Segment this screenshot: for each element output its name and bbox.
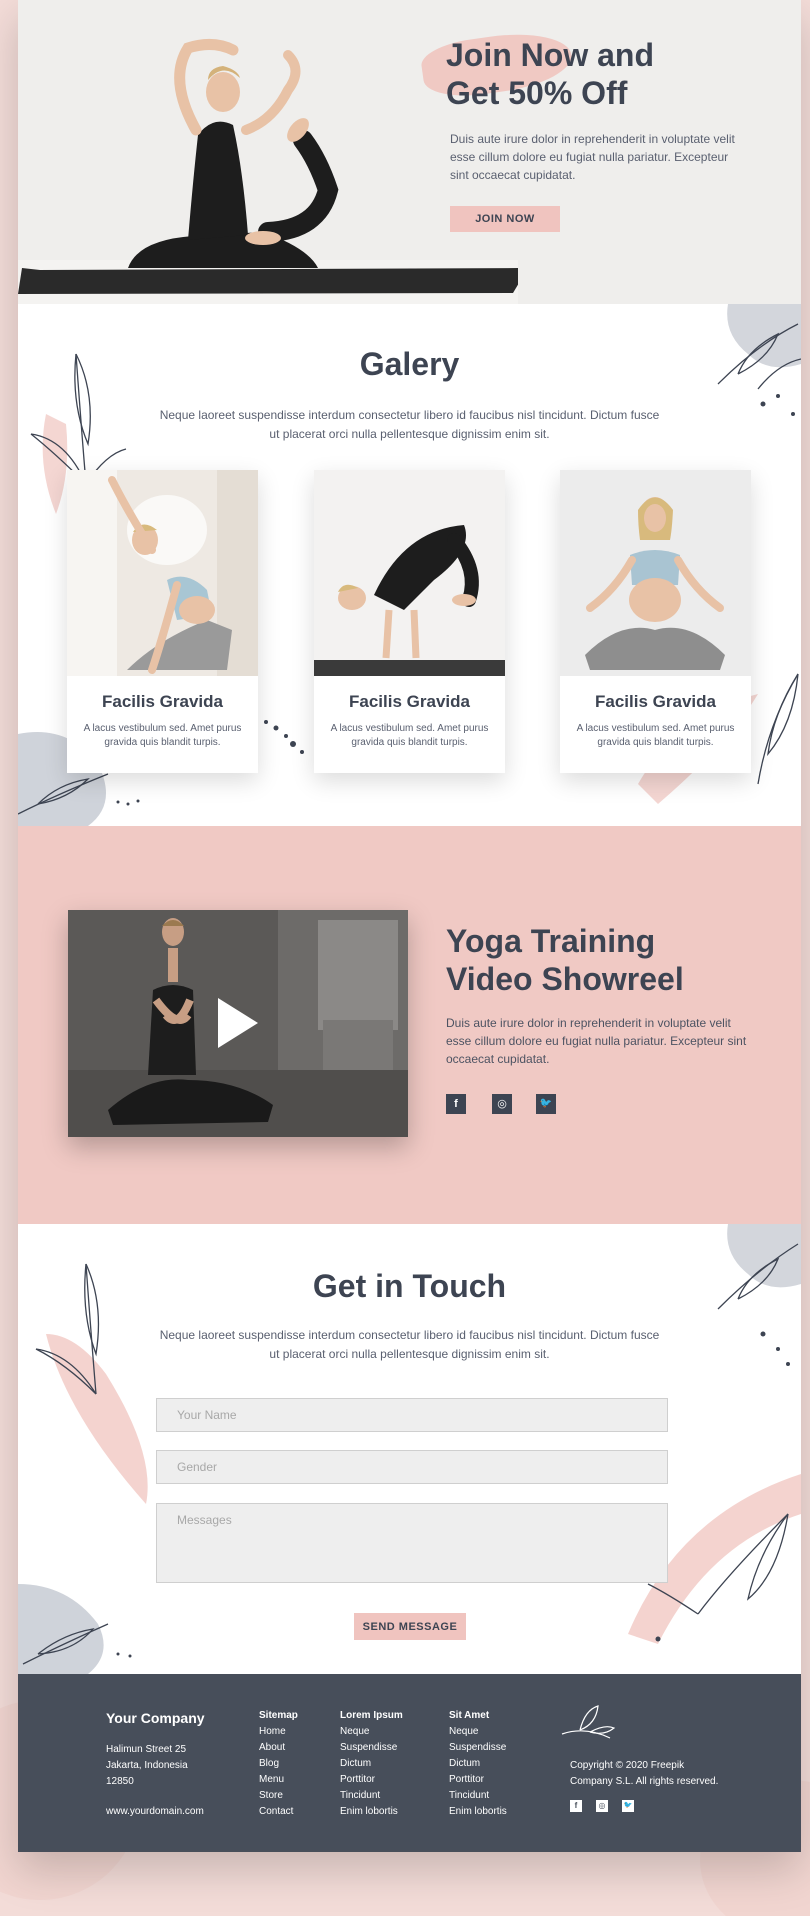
footer-link[interactable]: Contact [259, 1804, 298, 1820]
footer-col-sitemap: Sitemap Home About Blog Menu Store Conta… [259, 1708, 298, 1820]
gender-field[interactable]: Gender [156, 1450, 668, 1484]
facebook-icon[interactable]: f [446, 1094, 466, 1114]
video-player[interactable] [68, 910, 408, 1137]
video-section: Yoga Training Video Showreel Duis aute ir… [18, 826, 801, 1224]
footer-col-heading: Lorem Ipsum [340, 1710, 403, 1721]
card-title: Facilis Gravida [102, 692, 223, 711]
footer-link[interactable]: Porttitor [340, 1772, 403, 1788]
decor-dots-center [264, 720, 304, 754]
footer: Your Company Halimun Street 25 Jakarta, … [18, 1674, 801, 1852]
footer-domain-link[interactable]: www.yourdomain.com [106, 1804, 204, 1820]
footer-col-heading: Sit Amet [449, 1710, 490, 1721]
card-photo-stretch [67, 470, 258, 676]
twitter-icon[interactable]: 🐦 [622, 1800, 634, 1812]
join-now-button[interactable]: JOIN NOW [450, 206, 560, 232]
footer-link[interactable]: Dictum [449, 1756, 507, 1772]
gallery-card[interactable]: Facilis Gravida A lacus vestibulum sed. … [560, 470, 751, 773]
footer-copyright: Copyright © 2020 Freepik Company S.L. Al… [570, 1760, 719, 1787]
decor-leaf-topright-2 [717, 1224, 801, 1366]
name-field[interactable]: Your Name [156, 1398, 668, 1432]
hero-title: Join Now and Get 50% Off [446, 37, 654, 111]
footer-col-heading: Sitemap [259, 1710, 298, 1721]
card-text: A lacus vestibulum sed. Amet purus gravi… [83, 723, 242, 748]
footer-link[interactable]: Enim lobortis [449, 1804, 507, 1820]
card-text: A lacus vestibulum sed. Amet purus gravi… [330, 723, 489, 748]
contact-title: Get in Touch [312, 1268, 507, 1304]
video-title: Yoga Training Video Showreel [446, 923, 684, 997]
gallery-card[interactable]: Facilis Gravida A lacus vestibulum sed. … [314, 470, 505, 773]
hero-section: Join Now and Get 50% Off Duis aute irure … [18, 0, 801, 304]
footer-address: Halimun Street 25 Jakarta, Indonesia 128… [106, 1744, 188, 1787]
contact-section: Get in Touch Neque laoreet suspendisse i… [18, 1224, 801, 1674]
footer-link[interactable]: Home [259, 1724, 298, 1740]
gallery-description: Neque laoreet suspendisse interdum conse… [159, 408, 660, 441]
landing-page: Join Now and Get 50% Off Duis aute irure … [18, 0, 801, 1852]
footer-link[interactable]: Suspendisse [340, 1740, 403, 1756]
card-title: Facilis Gravida [595, 692, 716, 711]
card-photo-crow-pose [314, 470, 505, 676]
footer-link[interactable]: About [259, 1740, 298, 1756]
footer-link[interactable]: Dictum [340, 1756, 403, 1772]
footer-link[interactable]: Suspendisse [449, 1740, 507, 1756]
footer-col-lorem: Lorem Ipsum Neque Suspendisse Dictum Por… [340, 1708, 403, 1820]
footer-link[interactable]: Tincidunt [449, 1788, 507, 1804]
gallery-card[interactable]: Facilis Gravida A lacus vestibulum sed. … [67, 470, 258, 773]
footer-link[interactable]: Blog [259, 1756, 298, 1772]
instagram-icon[interactable]: ◎ [596, 1800, 608, 1812]
video-thumbnail [68, 910, 408, 1137]
send-message-button[interactable]: SEND MESSAGE [354, 1613, 466, 1640]
footer-col-sitamet: Sit Amet Neque Suspendisse Dictum Portti… [449, 1708, 507, 1820]
facebook-icon[interactable]: f [570, 1800, 582, 1812]
footer-link[interactable]: Menu [259, 1772, 298, 1788]
footer-link[interactable]: Porttitor [449, 1772, 507, 1788]
footer-link[interactable]: Neque [449, 1724, 507, 1740]
footer-link[interactable]: Enim lobortis [340, 1804, 403, 1820]
footer-link[interactable]: Tincidunt [340, 1788, 403, 1804]
hero-description: Duis aute irure dolor in reprehenderit i… [450, 132, 735, 182]
gallery-title: Galery [359, 346, 460, 382]
decor-blob-bottomleft-2 [18, 1584, 132, 1674]
instagram-icon[interactable]: ◎ [492, 1094, 512, 1114]
footer-link[interactable]: Store [259, 1788, 298, 1804]
card-title: Facilis Gravida [349, 692, 470, 711]
card-photo-meditation [560, 470, 751, 676]
leaf-logo-icon [561, 1705, 616, 1739]
contact-description: Neque laoreet suspendisse interdum conse… [159, 1328, 660, 1361]
footer-link[interactable]: Neque [340, 1724, 403, 1740]
video-description: Duis aute irure dolor in reprehenderit i… [446, 1016, 747, 1066]
card-text: A lacus vestibulum sed. Amet purus gravi… [576, 723, 735, 748]
footer-company-name: Your Company [106, 1710, 205, 1726]
messages-field[interactable]: Messages [156, 1503, 668, 1583]
gallery-section: Galery Neque laoreet suspendisse interdu… [18, 304, 801, 826]
twitter-icon[interactable]: 🐦 [536, 1094, 556, 1114]
